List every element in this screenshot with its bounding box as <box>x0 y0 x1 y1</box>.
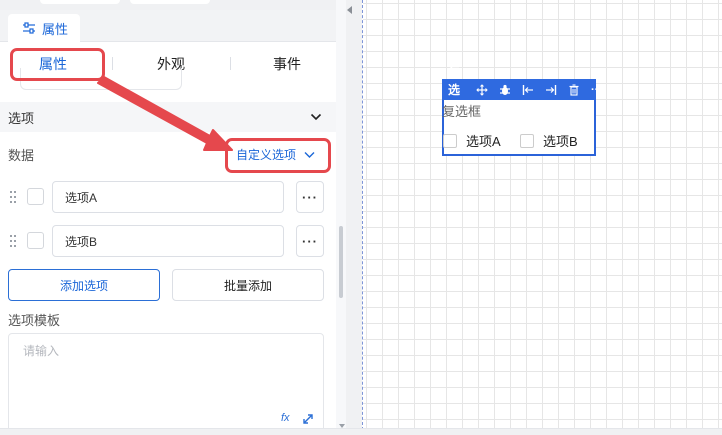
option-row: 选项A ··· <box>0 181 336 213</box>
align-right-icon[interactable] <box>545 84 557 96</box>
add-option-button[interactable]: 添加选项 <box>8 269 160 301</box>
widget-option-label: 选项B <box>543 134 578 149</box>
chevron-down-icon <box>310 113 322 121</box>
subtab-divider <box>230 57 231 70</box>
move-icon[interactable] <box>476 83 488 96</box>
widget-option-checkbox[interactable] <box>443 133 457 148</box>
option-row: 选项B ··· <box>0 225 336 257</box>
ghost-frame <box>20 68 182 90</box>
batch-add-button[interactable]: 批量添加 <box>172 269 324 301</box>
tab-properties[interactable]: 属性 <box>8 14 81 42</box>
option-more-button[interactable]: ··· <box>296 225 324 257</box>
option-more-button[interactable]: ··· <box>296 181 324 213</box>
expand-icon[interactable] <box>302 413 314 425</box>
widget-option-label: 选项A <box>466 134 501 149</box>
widget-field-label: 复选框 <box>442 104 482 119</box>
option-label-input[interactable]: 选项A <box>52 181 284 213</box>
data-source-value: 自定义选项 <box>236 148 297 162</box>
drag-handle-icon[interactable] <box>10 191 16 203</box>
option-label-text: 选项B <box>65 234 98 249</box>
option-default-checkbox[interactable] <box>27 188 44 205</box>
drag-handle-icon[interactable] <box>10 235 16 247</box>
widget-option-a[interactable]: 选项A <box>443 131 501 150</box>
data-source-select[interactable]: 自定义选项 <box>236 146 315 163</box>
option-label-input[interactable]: 选项B <box>52 225 284 257</box>
section-options-header[interactable]: 选项 <box>0 102 336 132</box>
panel-tabbar: 属性 <box>0 10 346 42</box>
panel-scrollbar-track[interactable] <box>336 0 346 435</box>
option-template-placeholder: 请输入 <box>23 344 60 358</box>
chevron-down-icon <box>304 151 315 158</box>
tab-properties-label: 属性 <box>42 21 69 37</box>
option-template-label: 选项模板 <box>8 313 61 328</box>
panel-scrollbar-thumb[interactable] <box>339 226 343 298</box>
bug-icon[interactable] <box>499 84 511 96</box>
delete-icon[interactable] <box>568 84 580 96</box>
settings-sliders-icon <box>23 22 35 34</box>
top-strip <box>0 0 346 10</box>
collapse-left-icon[interactable] <box>347 6 352 14</box>
option-template-input[interactable]: 请输入 fx <box>8 333 324 435</box>
section-options-title: 选项 <box>8 110 35 126</box>
bottom-scrollbar[interactable] <box>0 428 722 435</box>
formula-fx-icon[interactable]: fx <box>281 412 290 424</box>
widget-toolbar: 复选框 ··· <box>442 66 602 114</box>
align-left-icon[interactable] <box>522 84 534 96</box>
panel-collapse-strip[interactable] <box>346 0 362 435</box>
data-label: 数据 <box>8 148 35 163</box>
widget-option-checkbox[interactable] <box>520 133 534 148</box>
option-default-checkbox[interactable] <box>27 232 44 249</box>
option-label-text: 选项A <box>65 190 98 205</box>
subtab-events[interactable]: 事件 <box>232 44 342 84</box>
design-canvas[interactable] <box>363 0 722 428</box>
property-panel: 属性 属性 外观 事件 选项 数据 自定义选项 选项A ··· 选项B ··· … <box>0 0 346 435</box>
more-icon[interactable]: ··· <box>591 84 602 96</box>
widget-option-b[interactable]: 选项B <box>520 131 578 150</box>
